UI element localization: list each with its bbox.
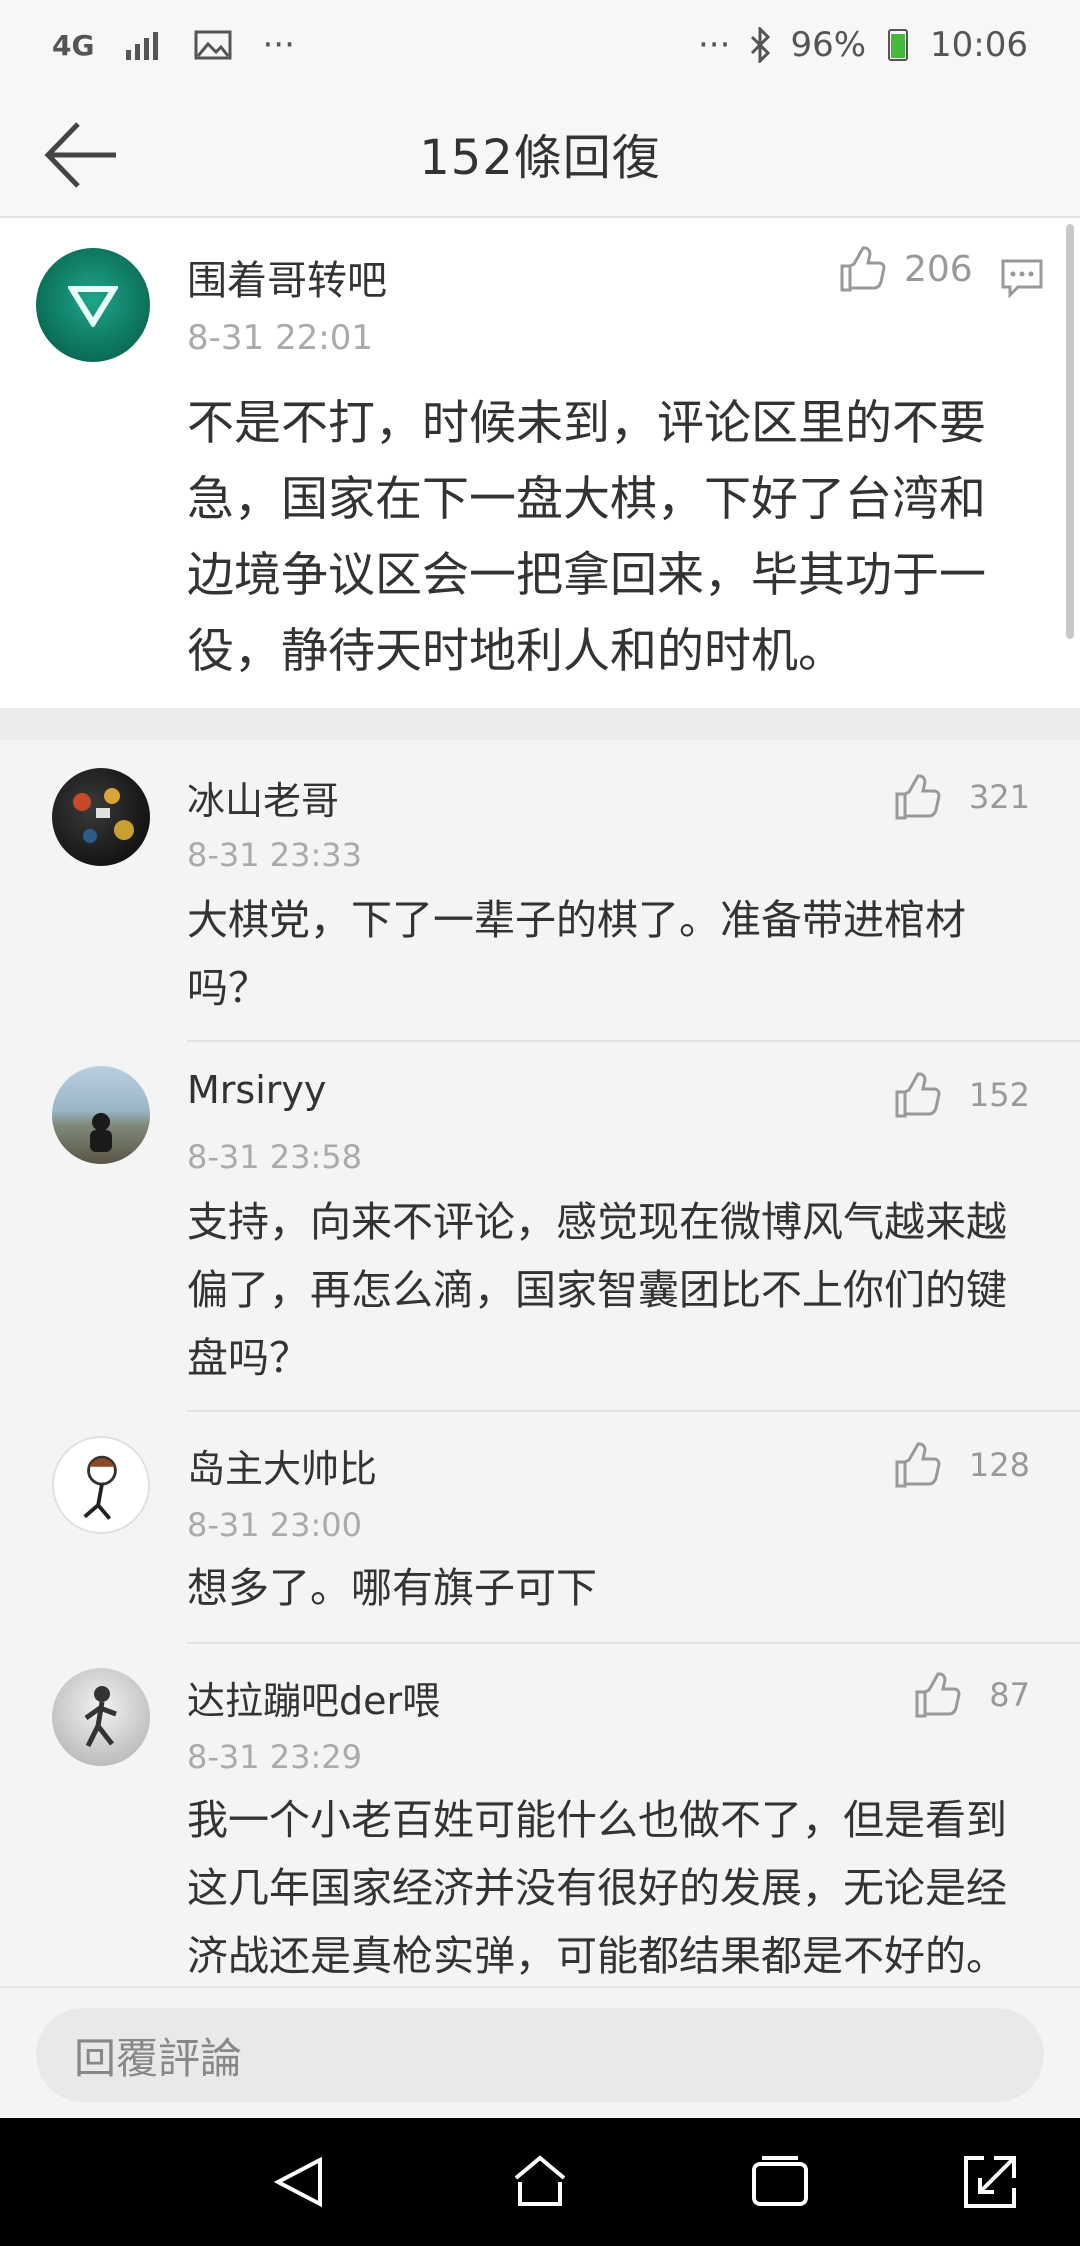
list-item[interactable]: 岛主大帅比 8-31 23:00 128 想多了。哪有旗子可下 xyxy=(0,1412,1080,1644)
status-right: ··· 96% 10:06 xyxy=(698,25,1028,65)
network-label: 4G xyxy=(52,28,95,62)
comment-text: 我一个小老百姓可能什么也做不了，但是看到这几年国家经济并没有很好的发展，无论是经… xyxy=(187,1796,1007,1980)
status-more-left: ··· xyxy=(262,25,295,65)
comment-text: 支持，向来不评论，感觉现在微博风气越来越偏了，再怎么滴，国家智囊团比不上你们的键… xyxy=(187,1198,1007,1382)
avatar[interactable] xyxy=(52,1436,150,1534)
like-button[interactable]: 128 xyxy=(893,1442,1030,1488)
like-button[interactable]: 206 xyxy=(838,246,973,292)
logo-icon xyxy=(68,286,118,327)
avatar[interactable] xyxy=(52,1668,150,1766)
comment-user[interactable]: Mrsiryy xyxy=(187,1068,326,1112)
avatar-image xyxy=(83,1455,117,1520)
comment-user[interactable]: 围着哥转吧 xyxy=(187,248,387,306)
system-nav-bar xyxy=(0,2118,1080,2246)
like-button[interactable]: 152 xyxy=(893,1072,1030,1118)
avatar[interactable] xyxy=(52,768,150,866)
like-button[interactable]: 87 xyxy=(913,1672,1030,1718)
comment-text: 想多了。哪有旗子可下 xyxy=(187,1564,597,1612)
avatar-image xyxy=(73,788,134,843)
like-count: 128 xyxy=(968,1446,1030,1484)
nav-recent-apps-icon[interactable] xyxy=(750,2152,810,2212)
main-comment: 围着哥转吧 8-31 22:01 206 不是不打，时候未到，评论区里的不要急，… xyxy=(0,218,1080,708)
thumbs-up-icon xyxy=(895,1072,941,1118)
list-item[interactable]: 冰山老哥 8-31 23:33 321 大棋党，下了一辈子的棋了。准备带进棺材吗… xyxy=(0,740,1080,1042)
list-item[interactable]: 达拉蹦吧der喂 8-31 23:29 87 我一个小老百姓可能什么也做不了，但… xyxy=(0,1644,1080,1986)
thumbs-up-icon xyxy=(895,774,941,820)
back-arrow-icon[interactable] xyxy=(44,120,118,190)
like-count: 152 xyxy=(968,1076,1030,1114)
header: 152條回復 xyxy=(0,90,1080,218)
status-left: 4G ··· xyxy=(52,25,295,65)
thumbs-up-icon xyxy=(915,1672,961,1718)
battery-icon xyxy=(888,29,909,61)
signal-icon xyxy=(126,32,159,60)
thumbs-up-icon xyxy=(840,246,886,292)
comment-time: 8-31 23:33 xyxy=(187,836,363,874)
battery-percent: 96% xyxy=(790,25,867,65)
like-count: 206 xyxy=(904,248,973,290)
comment-thread[interactable]: 围着哥转吧 8-31 22:01 206 不是不打，时候未到，评论区里的不要急，… xyxy=(0,218,1080,1986)
status-more-right: ··· xyxy=(698,25,731,65)
avatar[interactable] xyxy=(36,248,150,362)
comment-user[interactable]: 达拉蹦吧der喂 xyxy=(187,1670,440,1725)
like-count: 87 xyxy=(989,1676,1030,1714)
scrollbar[interactable] xyxy=(1066,224,1074,639)
bluetooth-icon xyxy=(751,27,771,63)
status-bar: 4G ··· ··· 96% 10:06 xyxy=(0,0,1080,90)
comment-user[interactable]: 岛主大帅比 xyxy=(187,1438,377,1493)
like-button[interactable]: 321 xyxy=(893,774,1030,820)
comment-text: 大棋党，下了一辈子的棋了。准备带进棺材吗？ xyxy=(187,896,966,1012)
comment-icon[interactable] xyxy=(1000,258,1044,298)
comment-time: 8-31 23:00 xyxy=(187,1506,363,1544)
avatar-image xyxy=(90,1113,112,1152)
comment-text: 不是不打，时候未到，评论区里的不要急，国家在下一盘大棋，下好了台湾和边境争议区会… xyxy=(187,396,986,679)
comment-user[interactable]: 冰山老哥 xyxy=(187,770,339,825)
nav-back-icon[interactable] xyxy=(270,2152,330,2212)
comment-time: 8-31 22:01 xyxy=(187,318,373,358)
comment-time: 8-31 23:29 xyxy=(187,1738,363,1776)
thumbs-up-icon xyxy=(895,1442,941,1488)
like-count: 321 xyxy=(968,778,1030,816)
reply-input[interactable]: 回覆評論 xyxy=(36,2008,1044,2102)
section-divider xyxy=(0,708,1080,740)
comment-time: 8-31 23:58 xyxy=(187,1138,363,1176)
clock: 10:06 xyxy=(930,25,1028,65)
nav-expand-icon[interactable] xyxy=(960,2152,1020,2212)
nav-home-icon[interactable] xyxy=(510,2152,570,2212)
avatar-image xyxy=(84,1686,117,1748)
list-item[interactable]: Mrsiryy 8-31 23:58 152 支持，向来不评论，感觉现在微博风气… xyxy=(0,1042,1080,1412)
avatar[interactable] xyxy=(52,1066,150,1164)
image-icon xyxy=(194,30,232,60)
reply-bar: 回覆評論 xyxy=(0,1986,1080,2118)
page-title: 152條回復 xyxy=(419,130,661,186)
